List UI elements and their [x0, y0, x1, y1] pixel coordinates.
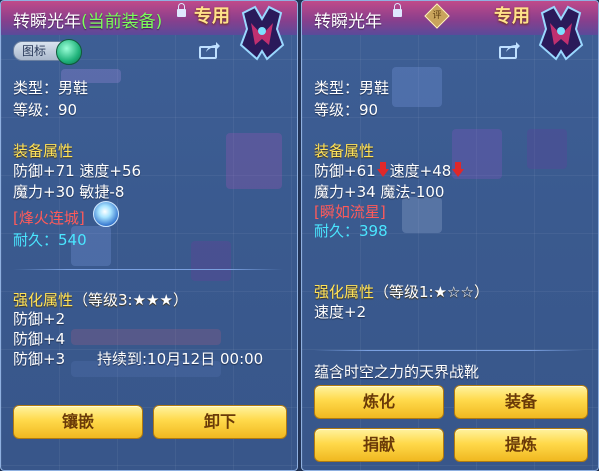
equipped-item-panel: 转瞬光年(当前装备) 专用 图标 类型：男鞋 等级：90 装备属性 防御+71 …: [0, 0, 298, 471]
divider: [13, 269, 283, 270]
refine-button[interactable]: 炼化: [314, 385, 444, 419]
attr-speed: 速度+48: [389, 162, 452, 180]
enhance-heading: 强化属性（等级1:★☆☆）: [314, 283, 489, 301]
emblem-icon: [538, 5, 584, 61]
item-description: 蕴含时空之力的天界战靴: [314, 363, 480, 381]
enhance-line-1: 防御+2: [13, 310, 66, 328]
exclusive-label: 专用: [194, 6, 230, 27]
enhance-line-3: 防御+3: [13, 350, 66, 368]
enhance-line-2: 防御+4: [13, 330, 66, 348]
extract-button[interactable]: 提炼: [454, 428, 588, 462]
share-icon[interactable]: [499, 41, 521, 59]
attr-line-2: 魔力+30 敏捷-8: [13, 183, 125, 201]
enhance-line-1: 速度+2: [314, 303, 367, 321]
inlay-button[interactable]: 镶嵌: [13, 405, 143, 439]
toggle-label: 图标: [22, 44, 47, 58]
unequip-button[interactable]: 卸下: [153, 405, 287, 439]
item-title: 转瞬光年: [314, 12, 382, 32]
durability: 耐久：540: [13, 231, 87, 249]
attr-line-1: 防御+61 速度+48: [314, 160, 465, 181]
lock-icon: [177, 3, 186, 17]
attr-defense: 防御+61: [314, 162, 376, 180]
toggle-knob-icon: [56, 39, 82, 65]
attr-line-2: 魔力+34 魔法-100: [314, 183, 445, 201]
attr-heading: 装备属性: [13, 142, 74, 160]
item-level: 等级：90: [13, 101, 78, 119]
skill-name: [烽火连城]: [13, 209, 85, 227]
emblem-icon: [239, 5, 285, 61]
divider: [314, 350, 584, 351]
item-type: 类型：男鞋: [314, 79, 390, 97]
item-level: 等级：90: [314, 101, 379, 119]
item-type: 类型：男鞋: [13, 79, 89, 97]
donate-button[interactable]: 捐献: [314, 428, 444, 462]
enhance-heading: 强化属性（等级3:★★★）: [13, 291, 188, 309]
item-title: 转瞬光年(当前装备): [13, 12, 163, 32]
enhance-duration: 持续到:10月12日 00:00: [97, 350, 264, 368]
share-icon[interactable]: [199, 41, 221, 59]
skill-orb-icon[interactable]: [93, 201, 119, 227]
equip-button[interactable]: 装备: [454, 385, 588, 419]
durability: 耐久：398: [314, 222, 388, 240]
attr-heading: 装备属性: [314, 142, 375, 160]
down-arrow-icon: [452, 162, 465, 178]
exclusive-label: 专用: [494, 6, 530, 27]
lock-icon: [393, 3, 402, 17]
attr-line-1: 防御+71 速度+56: [13, 162, 142, 180]
down-arrow-icon: [376, 162, 389, 178]
equipped-tag: (当前装备): [81, 12, 163, 32]
skill-name: [瞬如流星]: [314, 203, 386, 221]
compare-item-panel: 转瞬光年 评 专用 类型：男鞋 等级：90 装备属性 防御+61 速度+48 魔力…: [301, 0, 599, 471]
icon-toggle[interactable]: 图标: [13, 39, 82, 65]
